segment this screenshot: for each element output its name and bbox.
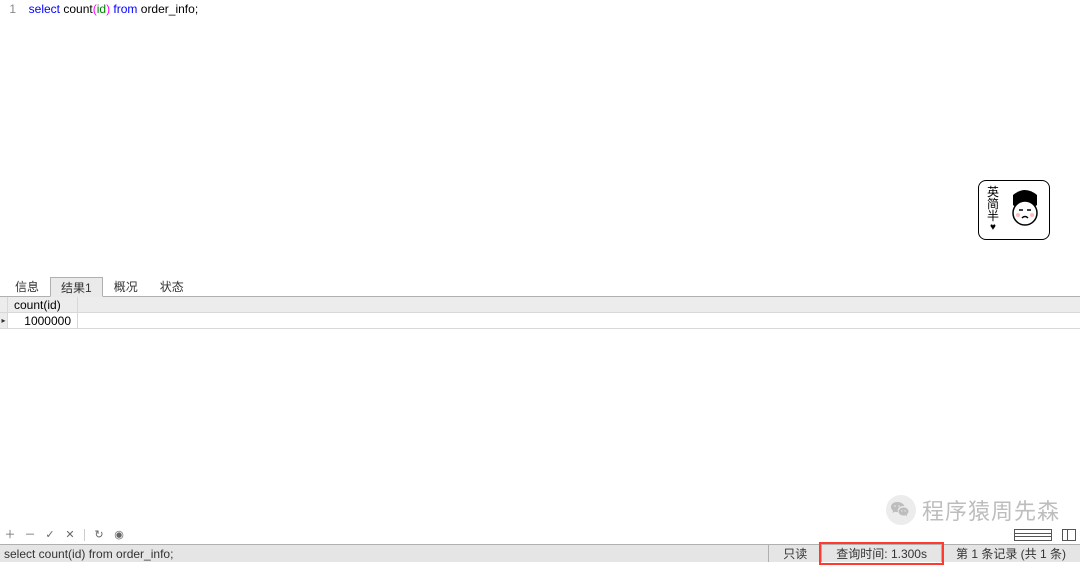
col-header[interactable]: count(id) — [8, 297, 78, 312]
ident-id: id — [97, 2, 106, 16]
sticker-text: 英 简 半 ♥ — [979, 184, 1007, 236]
table-row[interactable]: ▸ 1000000 — [0, 313, 1080, 329]
tab-result[interactable]: 结果1 — [50, 277, 103, 297]
tab-info[interactable]: 信息 — [4, 276, 50, 296]
tab-profile[interactable]: 概况 — [103, 276, 149, 296]
apply-button[interactable]: ✓ — [44, 529, 56, 541]
status-sql-text: select count(id) from order_info; — [0, 547, 768, 561]
result-tabs: 信息 结果1 概况 状态 — [0, 275, 1080, 297]
paren-close: ) — [106, 2, 110, 16]
sql-editor[interactable]: 1 select count(id) from order_info; 英 简 … — [0, 0, 1080, 275]
line-gutter: 1 — [0, 2, 22, 16]
semicolon: ; — [195, 2, 198, 16]
face-icon — [1007, 185, 1049, 236]
keyword-select: select — [29, 2, 60, 16]
cancel-button[interactable]: ✕ — [64, 529, 76, 541]
row-pointer-icon: ▸ — [0, 313, 8, 328]
watermark: 程序猿周先森 — [886, 494, 1060, 526]
func-count: count — [63, 2, 92, 16]
grid-view-button[interactable] — [1014, 529, 1052, 541]
watermark-text: 程序猿周先森 — [922, 494, 1060, 526]
status-record-count: 第 1 条记录 (共 1 条) — [941, 545, 1080, 562]
status-query-time: 查询时间: 1.300s — [821, 545, 941, 562]
grid-toolbar: ＋ － ✓ ✕ ↻ ◉ — [0, 526, 1080, 544]
toolbar-sep — [84, 529, 85, 541]
refresh-button[interactable]: ↻ — [93, 529, 105, 541]
form-view-button[interactable] — [1062, 529, 1076, 541]
add-row-button[interactable]: ＋ — [4, 529, 16, 541]
wechat-icon — [886, 495, 916, 525]
ime-sticker: 英 简 半 ♥ — [978, 180, 1050, 240]
grid-empty-area: 程序猿周先森 — [0, 335, 1080, 526]
heart-icon: ♥ — [990, 222, 996, 234]
result-grid[interactable]: count(id) ▸ 1000000 — [0, 297, 1080, 335]
row-gutter — [0, 297, 8, 312]
stop-button[interactable]: ◉ — [113, 529, 125, 541]
sticker-l3: 半 — [987, 210, 999, 222]
table-name: order_info — [141, 2, 195, 16]
delete-row-button[interactable]: － — [24, 529, 36, 541]
code-line[interactable]: select count(id) from order_info; — [22, 2, 198, 16]
tab-status[interactable]: 状态 — [149, 276, 195, 296]
table-header-row: count(id) — [0, 297, 1080, 313]
status-readonly: 只读 — [768, 545, 821, 562]
cell-value[interactable]: 1000000 — [8, 313, 78, 328]
keyword-from: from — [113, 2, 137, 16]
status-bar: select count(id) from order_info; 只读 查询时… — [0, 544, 1080, 562]
